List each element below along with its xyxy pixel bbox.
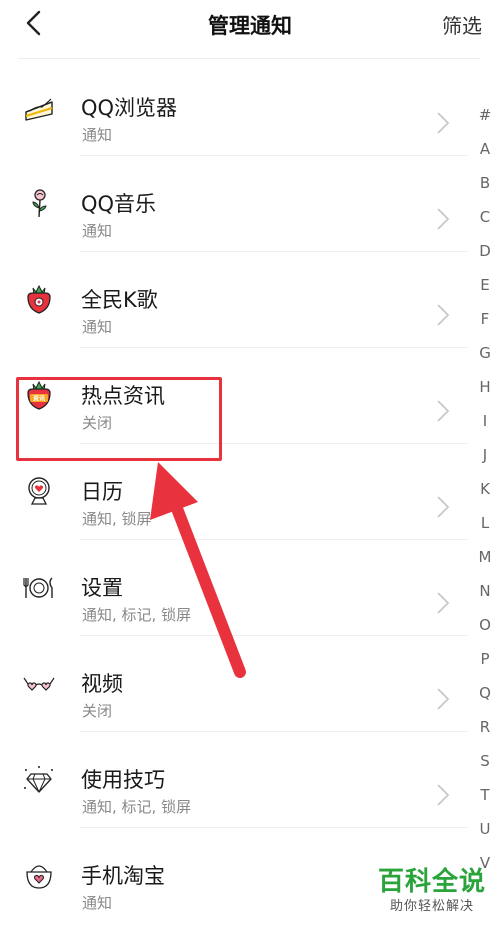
app-name: QQ音乐: [81, 192, 157, 216]
chevron-right-icon: [437, 592, 450, 614]
app-name: 视频: [81, 672, 123, 696]
list-item-qq-music[interactable]: QQ音乐 通知: [0, 156, 468, 252]
chevron-right-icon: [437, 496, 450, 518]
chevron-right-icon: [437, 688, 450, 710]
index-letter[interactable]: R: [474, 710, 496, 744]
app-name: 日历: [81, 480, 123, 504]
notification-status: 通知, 标记, 锁屏: [82, 798, 192, 816]
index-letter[interactable]: G: [474, 336, 496, 370]
chevron-right-icon: [437, 112, 450, 134]
header-divider: [18, 58, 480, 59]
notification-status: 通知: [82, 318, 113, 336]
notification-status: 通知: [82, 222, 113, 240]
list-item-settings[interactable]: 设置 通知, 标记, 锁屏: [0, 540, 468, 636]
index-letter[interactable]: H: [474, 370, 496, 404]
index-letter[interactable]: Q: [474, 676, 496, 710]
index-letter[interactable]: J: [474, 438, 496, 472]
chevron-right-icon: [437, 784, 450, 806]
app-name: 使用技巧: [81, 768, 165, 792]
filter-button[interactable]: 筛选: [442, 10, 482, 39]
chevron-right-icon: [437, 304, 450, 326]
heart-mirror-icon: [28, 477, 50, 505]
list-item-tips[interactable]: 使用技巧 通知, 标记, 锁屏: [0, 732, 468, 828]
index-letter[interactable]: B: [474, 166, 496, 200]
watermark-title: 百科全说: [377, 867, 486, 897]
app-list: QQ浏览器 通知 QQ音乐 通知 全民K歌 通知 资讯 热点资讯 关闭 日历 通…: [0, 60, 468, 924]
chevron-right-icon: [437, 208, 450, 230]
watermark: 百科全说 助你轻松解决: [378, 866, 486, 916]
notification-status: 关闭: [82, 702, 113, 720]
page-title: 管理通知: [208, 14, 292, 38]
index-letter[interactable]: T: [474, 778, 496, 812]
index-letter[interactable]: D: [474, 234, 496, 268]
notification-status: 通知: [82, 894, 113, 912]
index-letter[interactable]: K: [474, 472, 496, 506]
index-letter[interactable]: E: [474, 268, 496, 302]
index-letter[interactable]: L: [474, 506, 496, 540]
index-letter[interactable]: N: [474, 574, 496, 608]
heart-basket-icon: [26, 865, 52, 889]
index-letter[interactable]: F: [474, 302, 496, 336]
index-letter[interactable]: O: [474, 608, 496, 642]
strawberry-icon: [27, 284, 51, 314]
notification-status: 通知, 标记, 锁屏: [82, 606, 192, 624]
cutlery-icon: [23, 577, 53, 598]
index-letter[interactable]: #: [474, 98, 496, 132]
app-name: QQ浏览器: [81, 96, 178, 120]
watermark-subtitle: 助你轻松解决: [389, 899, 474, 914]
list-item-quanmin-k-song[interactable]: 全民K歌 通知: [0, 252, 468, 348]
index-letter[interactable]: A: [474, 132, 496, 166]
alphabet-index[interactable]: # A B C D E F G H I J K L M N O P Q R S …: [474, 98, 496, 880]
index-letter[interactable]: I: [474, 404, 496, 438]
list-item-video[interactable]: 视频 关闭: [0, 636, 468, 732]
index-letter[interactable]: S: [474, 744, 496, 778]
app-name: 手机淘宝: [81, 864, 165, 888]
index-letter[interactable]: P: [474, 642, 496, 676]
cake-slice-icon: [25, 98, 53, 121]
diamond-icon: [24, 766, 53, 793]
index-letter[interactable]: M: [474, 540, 496, 574]
chevron-right-icon: [437, 400, 450, 422]
highlight-box: [16, 377, 222, 461]
index-letter[interactable]: C: [474, 200, 496, 234]
notification-status: 通知, 锁屏: [82, 510, 152, 528]
index-letter[interactable]: U: [474, 812, 496, 846]
app-name: 全民K歌: [81, 288, 158, 312]
app-name: 设置: [81, 576, 123, 600]
list-item-qq-browser[interactable]: QQ浏览器 通知: [0, 60, 468, 156]
heart-glasses-icon: [23, 677, 55, 691]
notification-status: 通知: [82, 126, 113, 144]
rose-icon: [32, 189, 47, 218]
top-bar: 管理通知 筛选: [0, 0, 500, 50]
